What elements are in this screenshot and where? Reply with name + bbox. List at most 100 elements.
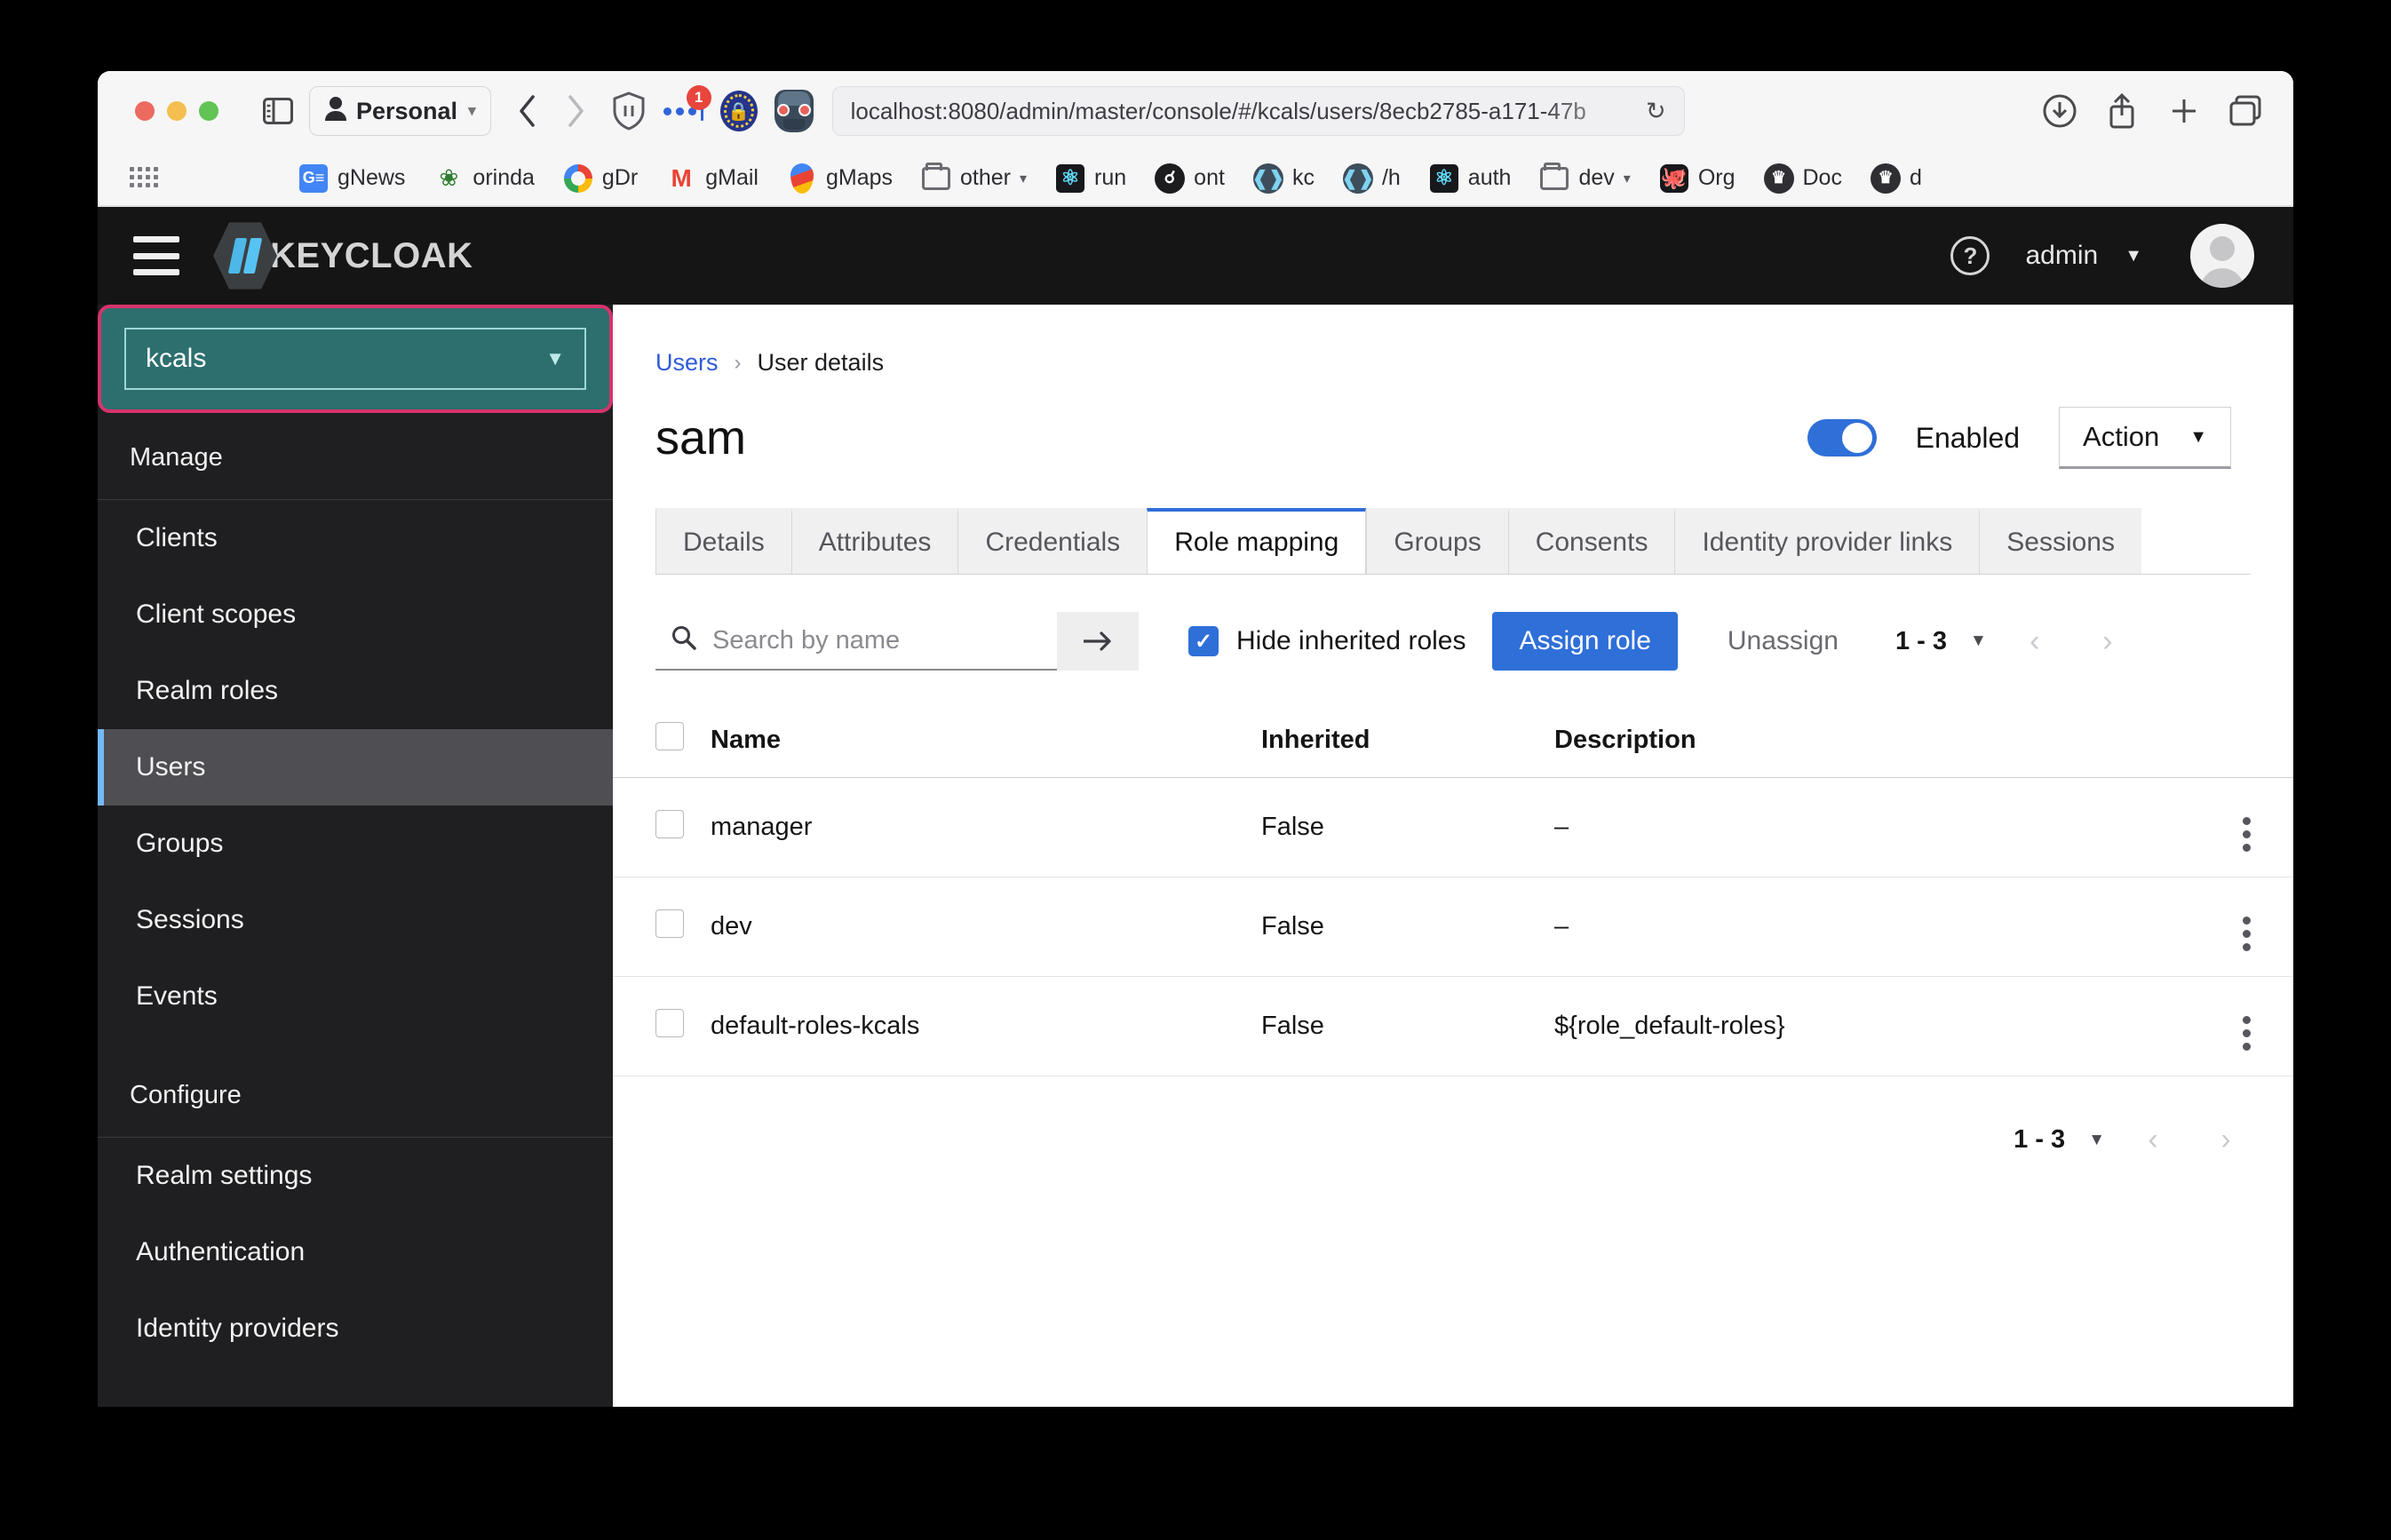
tab-overview-icon[interactable]	[2222, 87, 2270, 135]
bookmark-label: orinda	[473, 165, 535, 190]
minimize-window-button[interactable]	[167, 101, 187, 121]
hide-inherited-roles-checkbox[interactable]: ✓	[1188, 626, 1219, 656]
previous-page-button[interactable]: ‹	[2010, 624, 2060, 659]
row-kebab-menu-icon[interactable]	[2243, 817, 2251, 852]
privacy-extension-icon[interactable]: 🔒	[717, 89, 761, 133]
bookmark-gmail[interactable]: M gMail	[652, 163, 773, 194]
sidebar-item-authentication[interactable]: Authentication	[98, 1214, 613, 1290]
dots-extension-icon[interactable]: 1	[662, 85, 711, 133]
help-circle-icon[interactable]: ?	[1950, 236, 1990, 275]
keycloak-app: KEYCLOAK ? admin ▼ kcals ▼ Manage Client…	[98, 207, 2293, 1407]
unassign-button[interactable]: Unassign	[1701, 612, 1865, 671]
keycloak-icon: ❰❱	[1252, 163, 1284, 194]
sidebar-item-users[interactable]: Users	[98, 729, 613, 806]
chevron-down-icon: ▾	[1623, 171, 1631, 187]
profile-switcher-button[interactable]: Personal ▾	[309, 86, 491, 136]
next-page-button[interactable]: ›	[2083, 624, 2133, 659]
folder-icon	[1539, 162, 1569, 194]
bookmark-d[interactable]: ♛ d	[1856, 163, 1936, 194]
bookmark-folder-other[interactable]: other ▾	[907, 162, 1041, 194]
tab-consents[interactable]: Consents	[1507, 508, 1675, 574]
keycloak-logo[interactable]: KEYCLOAK	[213, 220, 473, 291]
tab-sessions[interactable]: Sessions	[1979, 508, 2141, 574]
enabled-toggle[interactable]	[1807, 419, 1877, 456]
sidebar-item-events[interactable]: Events	[98, 958, 613, 1035]
bookmark-doc[interactable]: ♛ Doc	[1750, 163, 1856, 194]
search-input[interactable]	[712, 625, 1041, 655]
row-checkbox[interactable]	[655, 909, 684, 938]
ghostery-extension-icon[interactable]	[772, 89, 816, 133]
forward-button[interactable]	[552, 87, 600, 135]
react-icon: ⚛	[1429, 163, 1459, 194]
chevron-down-icon: ▼	[2125, 245, 2142, 266]
share-icon[interactable]	[2098, 87, 2146, 135]
bookmark-folder-dev[interactable]: dev ▾	[1525, 162, 1644, 194]
tab-credentials[interactable]: Credentials	[957, 508, 1148, 574]
hide-inherited-roles-checkbox-group[interactable]: ✓ Hide inherited roles	[1188, 626, 1466, 656]
row-kebab-menu-icon[interactable]	[2243, 1016, 2251, 1051]
sidebar-item-clients[interactable]: Clients	[98, 500, 613, 576]
close-window-button[interactable]	[135, 101, 155, 121]
bookmark-gdr[interactable]: gDr	[549, 163, 652, 194]
sidebar-item-client-scopes[interactable]: Client scopes	[98, 576, 613, 653]
downloads-icon[interactable]	[2036, 87, 2084, 135]
maximize-window-button[interactable]	[199, 101, 218, 121]
nav-toggle-icon[interactable]	[133, 236, 179, 275]
bookmark-label: gDr	[601, 165, 639, 190]
row-checkbox[interactable]	[655, 809, 684, 838]
bookmark-kc[interactable]: ❰❱ kc	[1239, 163, 1329, 194]
sidebar-item-realm-settings[interactable]: Realm settings	[98, 1138, 613, 1214]
shield-extension-icon[interactable]	[607, 89, 651, 133]
bookmark-orinda[interactable]: ❀ orinda	[419, 163, 549, 194]
sidebar-item-identity-providers[interactable]: Identity providers	[98, 1290, 613, 1367]
hide-inherited-roles-label: Hide inherited roles	[1236, 626, 1466, 655]
bookmark-run[interactable]: ⚛ run	[1041, 163, 1140, 194]
apps-grid-icon[interactable]	[130, 166, 160, 190]
search-field[interactable]	[655, 612, 1057, 671]
sidebar-item-realm-roles[interactable]: Realm roles	[98, 653, 613, 729]
sidebar: kcals ▼ Manage Clients Client scopes Rea…	[98, 305, 613, 1407]
bookmark-auth[interactable]: ⚛ auth	[1415, 163, 1526, 194]
new-tab-icon[interactable]	[2160, 87, 2208, 135]
breadcrumb: Users › User details	[613, 305, 2293, 377]
bookmark-ont[interactable]: ☌ ont	[1140, 163, 1239, 194]
reload-icon[interactable]: ↻	[1646, 98, 1666, 125]
sidebar-toggle-icon[interactable]	[254, 87, 302, 135]
bookmark-org[interactable]: 🐙 Org	[1645, 163, 1750, 194]
tab-role-mapping[interactable]: Role mapping	[1147, 508, 1367, 574]
avatar[interactable]	[2190, 224, 2254, 288]
tab-attributes[interactable]: Attributes	[790, 508, 958, 574]
chevron-down-icon[interactable]: ▼	[1970, 631, 1987, 651]
profile-label: Personal	[356, 97, 458, 124]
table-row[interactable]: default-roles-kcals False ${role_default…	[613, 976, 2293, 1076]
realm-selector[interactable]: kcals ▼	[124, 328, 586, 390]
action-dropdown-button[interactable]: Action ▼	[2059, 407, 2231, 469]
tab-groups[interactable]: Groups	[1366, 508, 1508, 574]
search-submit-button[interactable]	[1057, 612, 1139, 671]
bookmark-gmaps[interactable]: gMaps	[773, 163, 907, 194]
breadcrumb-users-link[interactable]: Users	[655, 349, 719, 377]
doc-icon: ♛	[1870, 163, 1901, 194]
tab-details[interactable]: Details	[655, 508, 791, 574]
row-checkbox[interactable]	[655, 1008, 684, 1037]
bookmark-h[interactable]: ❰❱ /h	[1329, 163, 1415, 194]
table-row[interactable]: dev False –	[613, 877, 2293, 977]
page-header: sam Enabled Action ▼	[613, 377, 2293, 469]
assign-role-button[interactable]: Assign role	[1492, 612, 1678, 671]
row-actions-cell	[2187, 877, 2293, 977]
back-button[interactable]	[504, 87, 552, 135]
sidebar-item-groups[interactable]: Groups	[98, 806, 613, 882]
table-row[interactable]: manager False –	[613, 777, 2293, 877]
sidebar-item-sessions[interactable]: Sessions	[98, 882, 613, 958]
previous-page-button[interactable]: ‹	[2128, 1123, 2178, 1157]
browser-toolbar: Personal ▾ 1 🔒 localhost:8080/admin/mast…	[98, 71, 2293, 151]
bookmark-gnews[interactable]: G≡ gNews	[284, 163, 419, 194]
address-bar[interactable]: localhost:8080/admin/master/console/#/kc…	[831, 86, 1685, 136]
next-page-button[interactable]: ›	[2201, 1123, 2251, 1157]
person-icon	[324, 96, 347, 127]
select-all-checkbox[interactable]	[655, 722, 684, 750]
chevron-down-icon[interactable]: ▼	[2088, 1131, 2105, 1150]
row-kebab-menu-icon[interactable]	[2243, 917, 2251, 951]
user-dropdown[interactable]: admin ▼	[2025, 241, 2142, 271]
tab-identity-provider-links[interactable]: Identity provider links	[1674, 508, 1980, 574]
